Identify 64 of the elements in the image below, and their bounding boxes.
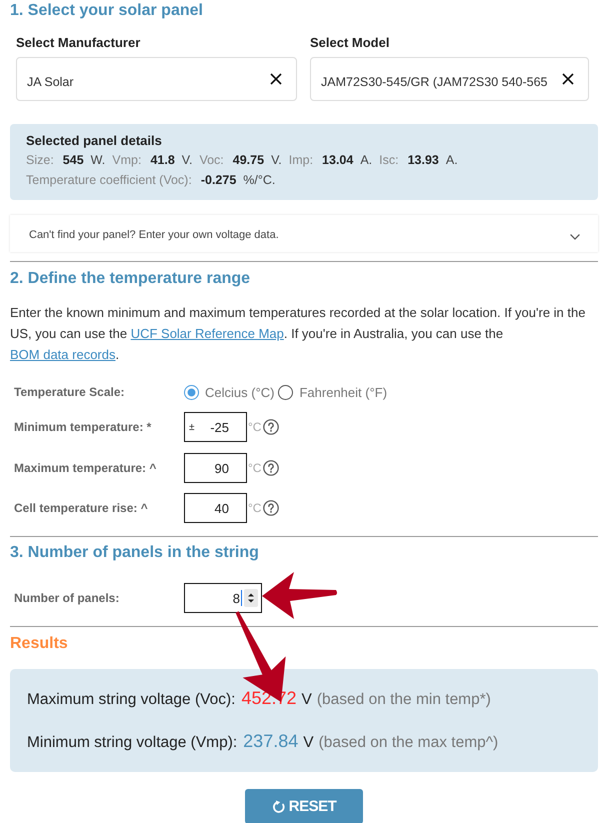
spec-unit: V. [271,152,282,169]
field-label: Select Model [310,35,390,51]
spinner-icon[interactable] [244,589,258,607]
sign-prefix: ± [189,422,194,432]
field-label: Temperature Scale: [14,385,124,399]
accordion-toggle[interactable]: Can't find your panel? Enter your own voltage data. [10,215,598,252]
help-icon[interactable] [263,419,280,435]
spec-value: -0.275 [200,172,236,189]
field-label: Maximum temperature: ^ [14,461,156,475]
field-label: Cell temperature rise: ^ [14,501,148,515]
link[interactable]: UCF Solar Reference Map [130,326,284,341]
select-field[interactable]: JAM72S30-545/GR (JAM72S30 540-565 [310,57,589,101]
spec-value: 13.04 [322,152,354,169]
unit-label: V [302,690,312,710]
radio-label[interactable]: Celcius (°C) [205,384,274,400]
spec-value: 41.8 [150,152,175,169]
number-field[interactable]: 8 [184,583,262,613]
spec-label: Imp: [288,152,314,169]
unit-label: °C [248,461,262,475]
spec-unit: W. [90,152,106,169]
spec-label: Vmp: [112,152,142,169]
select-field[interactable]: JA Solar [16,57,297,101]
unit-label: V [303,733,314,753]
section-heading: 3. Number of panels in the string [10,543,259,563]
intro-paragraph: Enter the known minimum and maximum temperatures recorded at the solar location. If you're in the US, you can use the UCF Solar Reference Map. If you're in Australia, you can use the BOM data records. [10,304,586,364]
result-note: (based on the max temp^) [318,733,498,753]
number-field[interactable]: 90 [184,453,247,483]
number-field[interactable]: 40 [184,493,247,523]
spec-unit: %/°C. [243,172,276,189]
radio-button[interactable] [278,384,294,400]
result-label: Maximum string voltage (Voc): [27,690,236,710]
section-heading: 1. Select your solar panel [10,1,203,21]
result-value: 237.84 [243,730,298,753]
results-heading: Results [10,634,68,654]
result-label: Minimum string voltage (Vmp): [27,733,238,753]
section-heading: 2. Define the temperature range [10,269,250,289]
number-field[interactable]: ± -25 [184,412,247,442]
spec-label: Isc: [379,152,399,169]
spec-unit: V. [182,152,192,169]
details-title: Selected panel details [26,133,162,149]
reset-button[interactable]: RESET [245,789,363,823]
clear-icon[interactable] [562,72,574,84]
spec-value: 545 [62,152,84,169]
spec-label: Size: [26,152,54,169]
radio-button[interactable] [184,384,199,400]
field-label: Number of panels: [14,591,120,605]
chevron-icon[interactable] [570,234,580,240]
refresh-icon [272,800,286,814]
spec-label: Voc: [199,152,224,169]
result-note: (based on the min temp*) [316,690,491,710]
unit-label: °C [248,420,262,434]
spec-label: Temperature coefficient (Voc): [26,172,192,189]
field-label: Select Manufacturer [16,35,140,51]
link[interactable]: BOM data records [10,347,116,362]
clear-icon[interactable] [270,72,282,84]
spec-value: 49.75 [232,152,264,169]
help-icon[interactable] [263,500,280,516]
help-icon[interactable] [263,460,280,476]
radio-label[interactable]: Fahrenheit (°F) [299,384,388,400]
field-label: Minimum temperature: * [14,420,152,434]
spec-unit: A. [446,152,458,169]
spec-value: 13.93 [408,152,439,169]
spec-unit: A. [360,152,372,169]
unit-label: °C [248,501,262,515]
